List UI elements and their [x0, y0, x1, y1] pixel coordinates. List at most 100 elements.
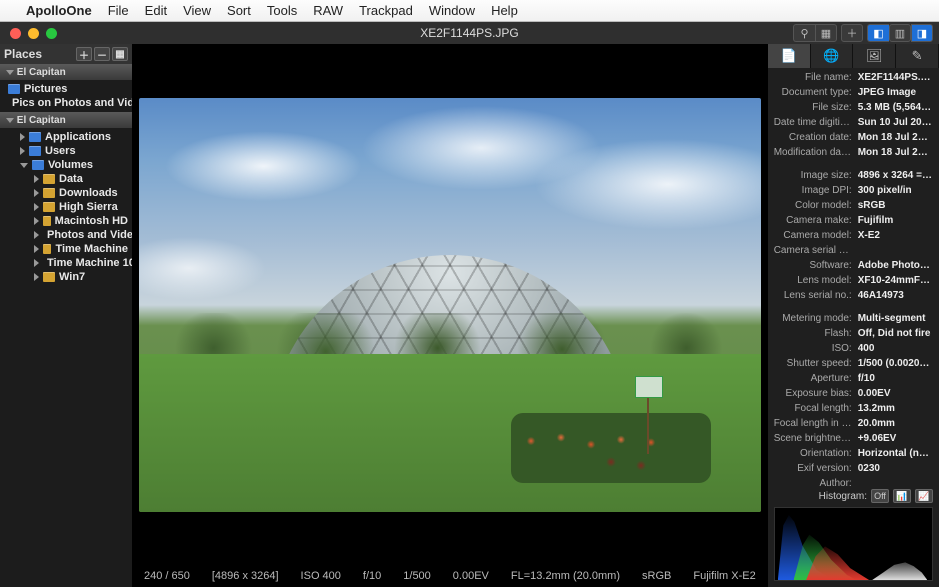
meta-row: Camera make:Fujifilm: [774, 213, 933, 228]
meta-value: f/10: [858, 372, 933, 385]
menu-window[interactable]: Window: [429, 3, 475, 18]
tree-item[interactable]: Data: [0, 172, 132, 186]
sidebar-add-button[interactable]: ＋: [76, 47, 92, 61]
sidebar-item-pictures[interactable]: Pictures: [0, 82, 132, 96]
chevron-right-icon[interactable]: [34, 231, 39, 239]
menu-raw[interactable]: RAW: [313, 3, 343, 18]
meta-value: Horizontal (normal): [858, 447, 933, 460]
meta-value: Mon 18 Jul 2016 4:25 PM: [858, 131, 933, 144]
menu-trackpad[interactable]: Trackpad: [359, 3, 413, 18]
sidebar-item-pics[interactable]: Pics on Photos and Videos: [0, 96, 132, 110]
meta-row: Scene brightness:+9.06EV: [774, 431, 933, 446]
meta-key: Color model:: [774, 199, 852, 212]
tree-item[interactable]: Users: [0, 144, 132, 158]
folder-icon: [29, 132, 41, 142]
folder-icon: [43, 272, 55, 282]
meta-value: X-E2: [858, 229, 933, 242]
chevron-right-icon[interactable]: [20, 147, 25, 155]
menu-view[interactable]: View: [183, 3, 211, 18]
tree-item[interactable]: Photos and Videos: [0, 228, 132, 242]
chevron-down-icon[interactable]: [20, 163, 28, 168]
panel-right-icon[interactable]: ◨: [911, 24, 933, 42]
meta-value: 46A14973: [858, 289, 933, 302]
tree-item[interactable]: Time Machine 10.11: [0, 256, 132, 270]
status-iso: ISO 400: [301, 570, 341, 582]
meta-row: Image DPI:300 pixel/in: [774, 183, 933, 198]
meta-value: 4896 x 3264 = 16.0M: [858, 169, 933, 182]
status-ev: 0.00EV: [453, 570, 489, 582]
meta-key: Author:: [774, 477, 852, 487]
chevron-right-icon[interactable]: [34, 203, 39, 211]
sidebar-view-button[interactable]: ▦: [112, 47, 128, 61]
meta-row: Author:: [774, 476, 933, 487]
add-button[interactable]: ＋: [841, 24, 863, 42]
meta-key: Document type:: [774, 86, 852, 99]
histogram-off-button[interactable]: Off: [871, 489, 889, 503]
chevron-down-icon[interactable]: [6, 70, 14, 75]
chevron-right-icon[interactable]: [34, 189, 39, 197]
chevron-right-icon[interactable]: [34, 217, 39, 225]
panel-mid-icon[interactable]: ▥: [889, 24, 911, 42]
menu-edit[interactable]: Edit: [145, 3, 167, 18]
tree-item[interactable]: Time Machine: [0, 242, 132, 256]
tree-item[interactable]: Applications: [0, 130, 132, 144]
meta-key: Focal length:: [774, 402, 852, 415]
meta-value: sRGB: [858, 199, 933, 212]
meta-row: Software:Adobe Photoshop CS6 (M...: [774, 258, 933, 273]
sidebar-title: Places: [4, 47, 42, 61]
tree-item-label: Users: [45, 145, 76, 157]
menu-file[interactable]: File: [108, 3, 129, 18]
menu-sort[interactable]: Sort: [227, 3, 251, 18]
tree-item[interactable]: Macintosh HD: [0, 214, 132, 228]
tree-item-label: High Sierra: [59, 201, 118, 213]
meta-row: Aperture:f/10: [774, 371, 933, 386]
meta-row: Shutter speed:1/500 (0.00200000): [774, 356, 933, 371]
histogram-rgb-button[interactable]: 📊: [893, 489, 911, 503]
chevron-down-icon[interactable]: [6, 118, 14, 123]
chevron-right-icon[interactable]: [34, 273, 39, 281]
meta-value: 20.0mm: [858, 417, 933, 430]
panel-left-icon[interactable]: ◧: [867, 24, 889, 42]
tree-item-label: Macintosh HD: [55, 215, 128, 227]
meta-key: ISO:: [774, 342, 852, 355]
tree-item-label: Photos and Videos: [47, 229, 132, 241]
menu-help[interactable]: Help: [491, 3, 518, 18]
meta-key: Creation date:: [774, 131, 852, 144]
tree-item[interactable]: Volumes: [0, 158, 132, 172]
chevron-right-icon[interactable]: [34, 245, 39, 253]
status-bar: 240 / 650 [4896 x 3264] ISO 400 f/10 1/5…: [132, 565, 768, 587]
close-button[interactable]: [10, 28, 21, 39]
tab-image[interactable]: 🖼: [853, 44, 896, 68]
meta-key: Flash:: [774, 327, 852, 340]
tree-item[interactable]: High Sierra: [0, 200, 132, 214]
chevron-right-icon[interactable]: [20, 133, 25, 141]
tree-item-label: Applications: [45, 131, 111, 143]
sidebar: Places ＋ － ▦ El Capitan Pictures Pics on…: [0, 44, 132, 587]
zoom-button[interactable]: [46, 28, 57, 39]
meta-value: Sun 10 Jul 2016 3:30 PM: [858, 116, 933, 129]
meta-row: Image size:4896 x 3264 = 16.0M: [774, 168, 933, 183]
menu-tools[interactable]: Tools: [267, 3, 297, 18]
meta-key: File size:: [774, 101, 852, 114]
chevron-right-icon[interactable]: [34, 175, 39, 183]
minimize-button[interactable]: [28, 28, 39, 39]
status-count: 240 / 650: [144, 570, 190, 582]
tree-item[interactable]: Win7: [0, 270, 132, 284]
tree-item[interactable]: Downloads: [0, 186, 132, 200]
chevron-right-icon[interactable]: [34, 259, 39, 267]
sidebar-remove-button[interactable]: －: [94, 47, 110, 61]
meta-key: Lens model:: [774, 274, 852, 287]
meta-row: Color model: sRGB: [774, 198, 933, 213]
app-menu[interactable]: ApolloOne: [26, 3, 92, 18]
tab-globe[interactable]: 🌐: [811, 44, 854, 68]
tab-info[interactable]: 📄: [768, 44, 811, 68]
histogram-luma-button[interactable]: 📈: [915, 489, 933, 503]
photo-preview[interactable]: [139, 98, 761, 512]
meta-value: Off, Did not fire: [858, 327, 933, 340]
status-shutter: 1/500: [403, 570, 431, 582]
status-camera: Fujifilm X-E2: [693, 570, 755, 582]
search-icon[interactable]: ⚲: [793, 24, 815, 42]
system-menubar: ApolloOne File Edit View Sort Tools RAW …: [0, 0, 939, 22]
tab-edit[interactable]: ✎: [896, 44, 939, 68]
grid-icon[interactable]: ▦: [815, 24, 837, 42]
